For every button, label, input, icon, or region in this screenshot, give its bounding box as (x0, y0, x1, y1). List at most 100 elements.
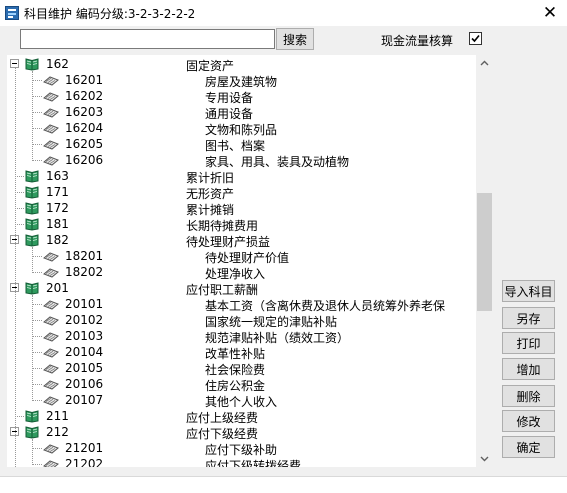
tree-leaf-row[interactable]: 21201 应付下级补助 (7, 440, 477, 457)
import-accounts-button[interactable]: 导入科目 (502, 280, 555, 302)
modify-button[interactable]: 修改 (502, 410, 555, 432)
tree-branch-line (32, 71, 33, 159)
save-as-button[interactable]: 另存 (502, 307, 555, 329)
leaf-account-icon (43, 313, 59, 327)
tree-group-row[interactable]: 211 应付上级经费 (7, 408, 477, 425)
tree-leaf-row[interactable]: 16204 文物和陈列品 (7, 120, 477, 137)
account-code: 16202 (65, 89, 104, 103)
tree-connector (32, 96, 42, 97)
tree-leaf-row[interactable]: 18202 处理净收入 (7, 264, 477, 281)
arrow-down-icon[interactable] (476, 450, 493, 467)
leaf-account-icon (43, 297, 59, 311)
tree-group-row[interactable]: 181 长期待摊费用 (7, 216, 477, 233)
account-code: 182 (46, 233, 69, 247)
tree-leaf-row[interactable]: 20106 住房公积金 (7, 376, 477, 393)
account-tree[interactable]: 162 固定资产 16201 房屋及建筑物 16202 专用设备 16203 通用设备 1620… (7, 55, 492, 467)
book-icon (24, 169, 40, 183)
app-icon (5, 6, 19, 20)
account-code: 16203 (65, 105, 104, 119)
tree-group-row[interactable]: 182 待处理财产损益 (7, 232, 477, 249)
tree-connector (15, 208, 24, 209)
tree-group-row[interactable]: 163 累计折旧 (7, 168, 477, 185)
account-code: 163 (46, 169, 69, 183)
tree-connector (15, 416, 24, 417)
cashflow-checkbox[interactable] (469, 32, 482, 45)
tree-connector (15, 176, 24, 177)
tree-leaf-row[interactable]: 16206 家具、用具、装具及动植物 (7, 152, 477, 169)
tree-connector (32, 144, 42, 145)
tree-leaf-row[interactable]: 16205 图书、档案 (7, 136, 477, 153)
leaf-account-icon (43, 457, 59, 467)
tree-group-row[interactable]: 162 固定资产 (7, 56, 477, 73)
book-icon (24, 281, 40, 295)
tree-group-row[interactable]: 201 应付职工薪酬 (7, 280, 477, 297)
leaf-account-icon (43, 345, 59, 359)
tree-connector (32, 464, 42, 465)
cashflow-label: 现金流量核算 (381, 34, 454, 48)
tree-group-row[interactable]: 172 累计摊销 (7, 200, 477, 217)
tree-leaf-row[interactable]: 20102 国家统一规定的津贴补贴 (7, 312, 477, 329)
tree-leaf-row[interactable]: 20107 其他个人收入 (7, 392, 477, 409)
book-icon (24, 57, 40, 71)
tree-leaf-row[interactable]: 16201 房屋及建筑物 (7, 72, 477, 89)
status-strip (0, 476, 567, 493)
account-code: 21202 (65, 457, 104, 467)
close-icon[interactable]: ✕ (539, 3, 561, 23)
book-icon (24, 233, 40, 247)
delete-button[interactable]: 删除 (502, 385, 555, 407)
tree-connector (15, 224, 24, 225)
tree-branch-line (32, 439, 33, 463)
leaf-account-icon (43, 153, 59, 167)
confirm-button[interactable]: 确定 (502, 436, 555, 458)
account-code: 20102 (65, 313, 104, 327)
tree-leaf-row[interactable]: 18201 待处理财产价值 (7, 248, 477, 265)
leaf-account-icon (43, 105, 59, 119)
account-code: 181 (46, 217, 69, 231)
search-button[interactable]: 搜索 (276, 28, 314, 50)
account-code: 171 (46, 185, 69, 199)
tree-group-row[interactable]: 212 应付下级经费 (7, 424, 477, 441)
book-icon (24, 201, 40, 215)
account-code: 20103 (65, 329, 104, 343)
search-input[interactable] (20, 29, 275, 49)
account-code: 172 (46, 201, 69, 215)
account-code: 16201 (65, 73, 104, 87)
account-code: 20104 (65, 345, 104, 359)
tree-leaf-row[interactable]: 16203 通用设备 (7, 104, 477, 121)
tree-connector (32, 112, 42, 113)
account-code: 21201 (65, 441, 104, 455)
tree-leaf-row[interactable]: 16202 专用设备 (7, 88, 477, 105)
tree-leaf-row[interactable]: 20104 改革性补贴 (7, 344, 477, 361)
leaf-account-icon (43, 377, 59, 391)
scrollbar-thumb[interactable] (477, 193, 492, 311)
account-code: 16204 (65, 121, 104, 135)
tree-leaf-row[interactable]: 20103 规范津贴补贴（绩效工资） (7, 328, 477, 345)
account-code: 20101 (65, 297, 104, 311)
leaf-account-icon (43, 361, 59, 375)
leaf-account-icon (43, 89, 59, 103)
add-button[interactable]: 增加 (502, 358, 555, 380)
tree-connector (32, 272, 42, 273)
tree-connector (32, 368, 42, 369)
arrow-up-icon[interactable] (476, 55, 493, 72)
account-code: 18201 (65, 249, 104, 263)
tree-connector (15, 192, 24, 193)
tree-leaf-row[interactable]: 20105 社会保险费 (7, 360, 477, 377)
leaf-account-icon (43, 121, 59, 135)
account-code: 18202 (65, 265, 104, 279)
book-icon (24, 425, 40, 439)
account-code: 162 (46, 57, 69, 71)
window-title: 科目维护 编码分级:3-2-3-2-2-2 (24, 7, 196, 21)
tree-leaf-row[interactable]: 20101 基本工资（含离休费及退休人员统筹外养老保 (7, 296, 477, 313)
leaf-account-icon (43, 73, 59, 87)
print-button[interactable]: 打印 (502, 332, 555, 354)
tree-connector (32, 448, 42, 449)
tree-leaf-row[interactable]: 21202 应付下级转拨经费 (7, 456, 477, 467)
account-code: 211 (46, 409, 69, 423)
leaf-account-icon (43, 265, 59, 279)
tree-group-row[interactable]: 171 无形资产 (7, 184, 477, 201)
tree-connector (32, 352, 42, 353)
account-code: 201 (46, 281, 69, 295)
book-icon (24, 185, 40, 199)
tree-scrollbar[interactable] (476, 55, 493, 467)
